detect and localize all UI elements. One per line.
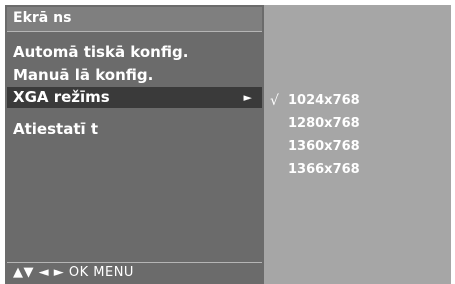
menu-panel: Ekrā ns Automā tiskā konfig. Manuā lā ko… <box>5 5 264 284</box>
menu-item-label: Manuā lā konfig. <box>13 66 154 84</box>
submenu-arrow-icon: ► <box>243 91 252 104</box>
menu-item-auto-config[interactable]: Automā tiskā konfig. <box>7 42 262 63</box>
option-1024x768[interactable]: 1024x768 <box>288 91 360 111</box>
menu-item-label: XGA režīms <box>13 88 110 106</box>
option-1366x768[interactable]: 1366x768 <box>288 160 360 180</box>
nav-hint: ▲▼ ◄ ► OK MENU <box>13 265 134 280</box>
option-1360x768[interactable]: 1360x768 <box>288 137 360 157</box>
menu-item-reset[interactable]: Atiestatī t <box>7 119 262 140</box>
option-1280x768[interactable]: 1280x768 <box>288 114 360 134</box>
menu-item-manual-config[interactable]: Manuā lā konfig. <box>7 65 262 86</box>
menu-item-label: Atiestatī t <box>13 120 99 138</box>
menu-title: Ekrā ns <box>13 10 72 26</box>
menu-item-xga-mode[interactable]: XGA režīms ► <box>7 87 262 108</box>
nav-hint-bar: ▲▼ ◄ ► OK MENU <box>7 262 262 282</box>
submenu-panel: √ 1024x768 1280x768 1360x768 1366x768 <box>264 5 451 284</box>
menu-title-bar: Ekrā ns <box>7 7 262 32</box>
check-mark-icon: √ <box>270 93 279 109</box>
menu-item-label: Automā tiskā konfig. <box>13 43 189 61</box>
